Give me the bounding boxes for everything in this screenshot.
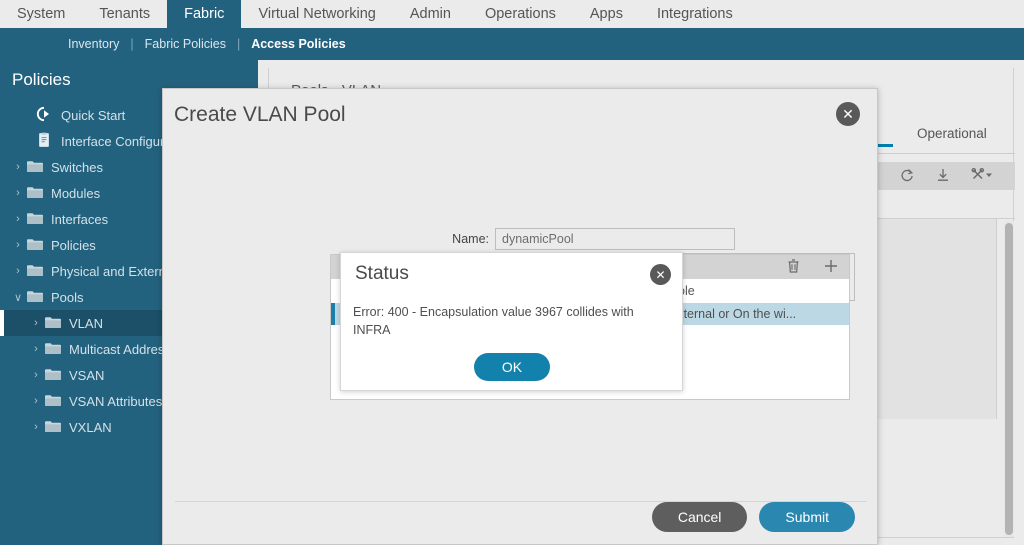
download-icon[interactable] — [935, 167, 951, 188]
nav-label: Fabric — [184, 6, 225, 22]
plus-icon[interactable] — [823, 258, 839, 279]
nav-label: Apps — [589, 6, 623, 22]
sidebar-item-label: Policies — [51, 237, 96, 253]
name-input[interactable] — [495, 228, 735, 250]
subnav-item-access-policies[interactable]: Access Policies — [251, 37, 346, 51]
nav-label: Virtual Networking — [258, 6, 376, 22]
cell-role: External or On the wi... — [669, 307, 797, 321]
name-form-row: Name: — [415, 228, 735, 250]
chevron-right-icon[interactable]: › — [10, 213, 26, 225]
status-dialog-title: Status — [355, 263, 409, 284]
nav-item-fabric[interactable]: Fabric — [167, 0, 242, 28]
sidebar-item-label: Multicast Address — [69, 341, 171, 357]
nav-item-apps[interactable]: Apps — [573, 0, 640, 28]
chevron-down-icon[interactable]: ∨ — [10, 291, 26, 304]
nav-item-system[interactable]: System — [0, 0, 82, 28]
column-header-role: Role — [669, 284, 847, 298]
sidebar-item-label: Interfaces — [51, 211, 109, 227]
dialog-footer: Cancel Submit — [651, 502, 855, 532]
submit-button[interactable]: Submit — [759, 502, 855, 532]
quick-start-icon — [36, 106, 54, 125]
tools-icon[interactable] — [971, 167, 993, 188]
folder-icon — [44, 393, 62, 410]
folder-icon — [26, 159, 44, 176]
chevron-right-icon[interactable]: › — [10, 187, 26, 199]
folder-icon — [26, 211, 44, 228]
sidebar-item-label: VLAN — [69, 315, 103, 331]
close-icon[interactable]: ✕ — [650, 264, 671, 285]
nav-item-integrations[interactable]: Integrations — [640, 0, 750, 28]
chevron-right-icon[interactable]: › — [10, 265, 26, 277]
sidebar-item-label: Modules — [51, 185, 101, 201]
chevron-right-icon[interactable]: › — [28, 395, 44, 407]
chevron-right-icon[interactable]: › — [10, 161, 26, 173]
chevron-right-icon[interactable]: › — [28, 421, 44, 433]
nav-label: Integrations — [656, 6, 733, 22]
folder-icon — [44, 341, 62, 358]
refresh-icon[interactable] — [899, 167, 915, 188]
chevron-right-icon[interactable]: › — [28, 343, 44, 355]
encap-toolbar-icons — [786, 258, 839, 279]
ok-button[interactable]: OK — [474, 353, 550, 381]
status-message: Error: 400 - Encapsulation value 3967 co… — [353, 305, 634, 337]
status-dialog: Status ✕ Error: 400 - Encapsulation valu… — [340, 252, 683, 391]
folder-icon — [44, 419, 62, 436]
chevron-right-icon[interactable]: › — [28, 369, 44, 381]
sidebar-item-label: VSAN — [69, 367, 105, 383]
nav-label: System — [17, 6, 66, 22]
trash-icon[interactable] — [786, 258, 801, 279]
main-navigation-bar: System Tenants Fabric Virtual Networking… — [0, 0, 1024, 28]
application-window: System Tenants Fabric Virtual Networking… — [0, 0, 1024, 545]
sidebar-item-label: Quick Start — [61, 107, 126, 123]
subnav-item-inventory[interactable]: Inventory — [68, 37, 119, 51]
name-label: Name: — [452, 232, 489, 246]
nav-item-admin[interactable]: Admin — [393, 0, 468, 28]
sidebar-item-label: Switches — [51, 159, 104, 175]
folder-icon — [26, 237, 44, 254]
subnav-separator: | — [236, 37, 241, 51]
sidebar-item-label: VSAN Attributes — [69, 393, 163, 409]
nav-item-tenants[interactable]: Tenants — [82, 0, 167, 28]
folder-icon — [44, 315, 62, 332]
subnav-item-fabric-policies[interactable]: Fabric Policies — [145, 37, 226, 51]
folder-icon — [26, 185, 44, 202]
interface-config-icon — [36, 132, 54, 151]
cancel-button[interactable]: Cancel — [651, 502, 748, 532]
sub-navigation-bar: Inventory | Fabric Policies | Access Pol… — [0, 28, 1024, 60]
nav-label: Operations — [484, 6, 556, 22]
nav-item-operations[interactable]: Operations — [468, 0, 573, 28]
folder-icon — [26, 289, 44, 306]
toolbar-icon-group — [899, 167, 993, 188]
nav-label: Tenants — [99, 6, 151, 22]
folder-icon — [26, 263, 44, 280]
nav-item-virtual-networking[interactable]: Virtual Networking — [241, 0, 392, 28]
tab-operational[interactable]: Operational — [917, 126, 987, 141]
folder-icon — [44, 367, 62, 384]
vertical-scrollbar[interactable] — [1004, 221, 1014, 537]
sidebar-item-label: VXLAN — [69, 419, 112, 435]
sidebar-item-label: Pools — [51, 289, 84, 305]
chevron-right-icon[interactable]: › — [10, 239, 26, 251]
nav-label: Admin — [409, 6, 451, 22]
subnav-separator: | — [130, 37, 134, 51]
dialog-title: Create VLAN Pool — [174, 103, 346, 126]
scrollbar-thumb[interactable] — [1005, 223, 1013, 535]
close-icon[interactable]: ✕ — [836, 102, 860, 126]
chevron-right-icon[interactable]: › — [28, 317, 44, 329]
